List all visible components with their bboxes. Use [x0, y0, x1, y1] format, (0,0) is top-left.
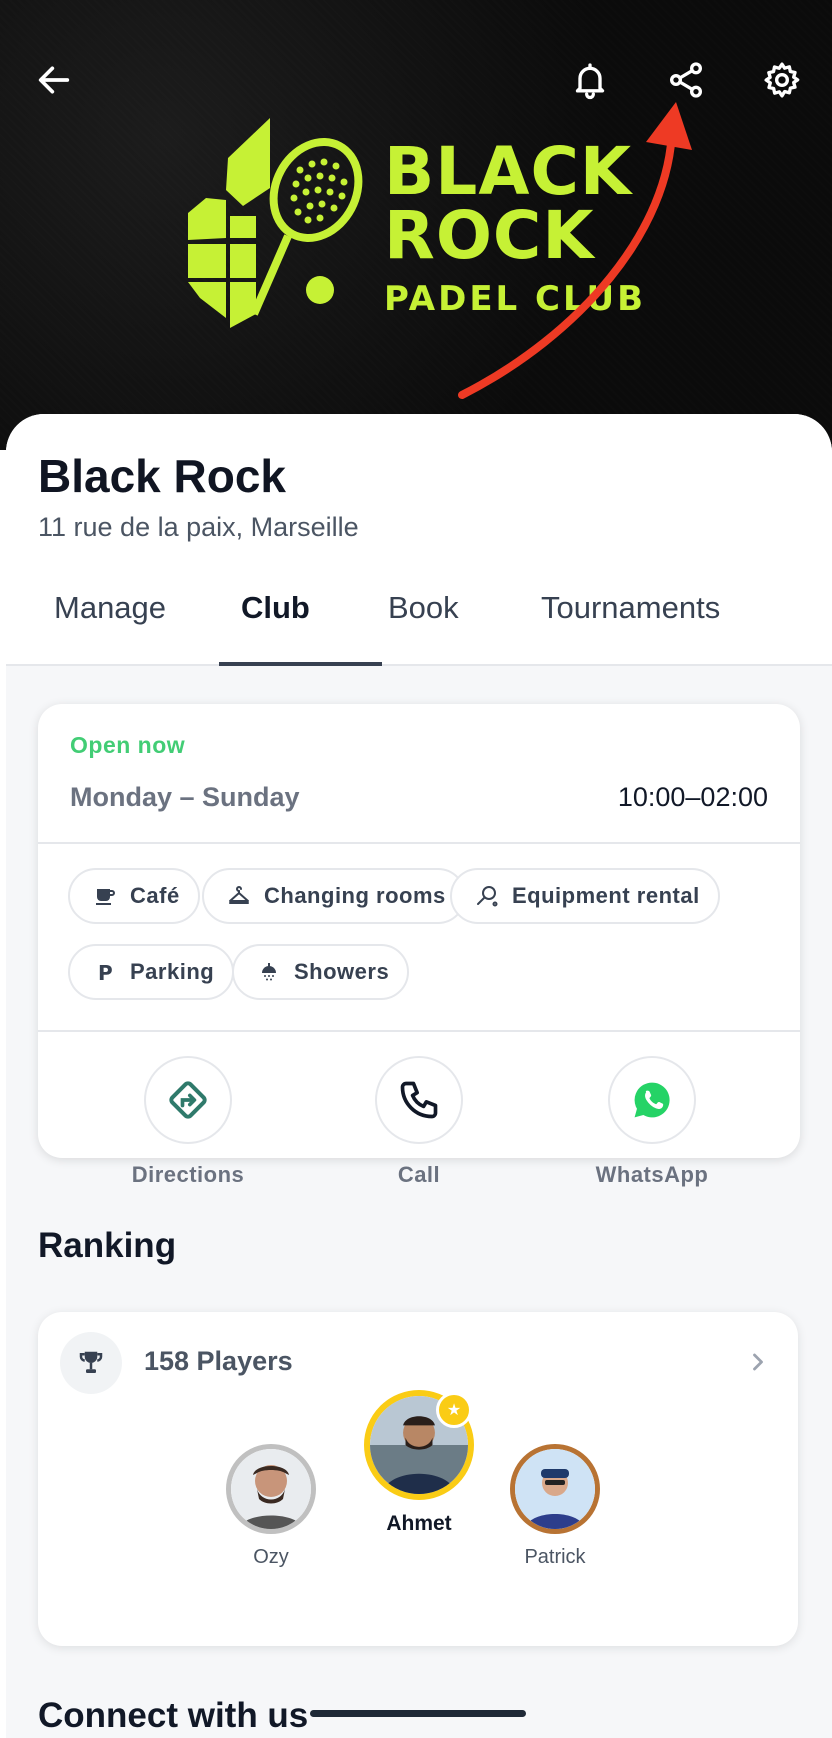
amenity-cafe[interactable]: Café	[68, 868, 200, 924]
player-name: Ozy	[253, 1546, 289, 1568]
hero-banner: BLACK ROCK PADEL CLUB	[0, 0, 832, 450]
whatsapp-label: WhatsApp	[595, 1162, 709, 1187]
back-arrow-icon[interactable]	[28, 54, 80, 106]
tab-tournaments[interactable]: Tournaments	[541, 590, 720, 626]
trophy-icon	[60, 1332, 122, 1394]
club-info-card: Open now Monday – Sunday 10:00–02:00 Caf…	[38, 704, 800, 1187]
home-indicator[interactable]	[310, 1710, 526, 1717]
amenity-parking[interactable]: P Parking	[68, 944, 235, 1000]
amenity-label: Café	[130, 883, 180, 908]
club-screen: BLACK ROCK PADEL CLUB Black Rock 11 rue …	[0, 0, 832, 1738]
cup-icon	[92, 883, 118, 909]
avatar	[510, 1444, 600, 1534]
whatsapp-icon	[634, 1082, 670, 1118]
amenities: Café Changing rooms Equipment rental P P…	[38, 844, 800, 1032]
club-details-sheet: Black Rock 11 rue de la paix, Marseille …	[6, 414, 832, 1738]
chevron-right-icon[interactable]	[744, 1348, 772, 1376]
club-header: Black Rock 11 rue de la paix, Marseille …	[6, 414, 832, 666]
amenity-label: Changing rooms	[264, 883, 446, 908]
avatar	[226, 1444, 316, 1534]
directions-button[interactable]: Directions	[98, 1056, 278, 1188]
club-name: Black Rock	[38, 450, 287, 502]
parking-icon: P	[92, 959, 118, 985]
directions-icon	[169, 1081, 207, 1119]
connect-title: Connect with us	[38, 1696, 309, 1735]
bell-icon[interactable]	[564, 54, 616, 106]
tab-bar: Manage Club Book Tournaments	[6, 572, 832, 666]
amenity-label: Equipment rental	[512, 883, 700, 908]
tab-club[interactable]: Club	[241, 590, 310, 626]
player-name: Patrick	[524, 1546, 586, 1568]
hanger-icon	[226, 883, 252, 909]
whatsapp-button[interactable]: WhatsApp	[562, 1056, 742, 1188]
call-label: Call	[397, 1162, 441, 1187]
open-status: Open now	[70, 732, 186, 758]
players-count: 158 Players	[144, 1346, 293, 1376]
gear-icon[interactable]	[756, 54, 808, 106]
active-tab-indicator	[219, 662, 382, 666]
amenity-label: Parking	[130, 959, 215, 984]
amenity-label: Showers	[294, 959, 390, 984]
player-name: Ahmet	[386, 1512, 452, 1535]
amenity-equipment-rental[interactable]: Equipment rental	[450, 868, 720, 924]
directions-label: Directions	[131, 1162, 245, 1187]
star-badge-icon: ★	[436, 1392, 472, 1428]
tab-manage[interactable]: Manage	[54, 590, 166, 626]
podium-player-second[interactable]: Ozy	[216, 1444, 326, 1569]
club-address: 11 rue de la paix, Marseille	[38, 512, 359, 542]
amenity-showers[interactable]: Showers	[232, 944, 410, 1000]
opening-days: Monday – Sunday	[70, 782, 300, 812]
annotation-arrow	[458, 102, 692, 399]
shower-icon	[256, 959, 282, 985]
opening-hours: Open now Monday – Sunday 10:00–02:00	[38, 704, 800, 844]
club-logo-icon	[188, 118, 363, 328]
ranking-title: Ranking	[38, 1226, 177, 1265]
call-button[interactable]: Call	[329, 1056, 509, 1188]
ranking-card[interactable]: 158 Players Ozy ★ Ahmet Patrick	[38, 1312, 798, 1646]
quick-actions: Directions Call WhatsApp	[38, 1032, 800, 1208]
svg-text:P: P	[98, 961, 113, 984]
share-icon[interactable]	[660, 54, 712, 106]
opening-time: 10:00–02:00	[617, 782, 768, 812]
phone-icon	[400, 1081, 438, 1119]
avatar: ★	[364, 1390, 474, 1500]
amenity-changing-rooms[interactable]: Changing rooms	[202, 868, 466, 924]
tab-book[interactable]: Book	[388, 590, 459, 626]
racket-icon	[474, 883, 500, 909]
podium-player-third[interactable]: Patrick	[500, 1444, 610, 1569]
podium-player-first[interactable]: ★ Ahmet	[354, 1390, 484, 1536]
